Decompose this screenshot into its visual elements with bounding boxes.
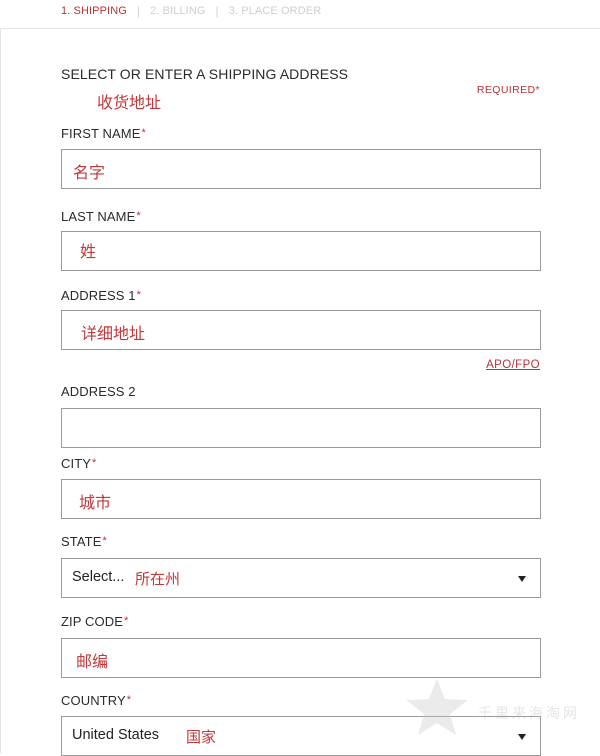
step-divider: | — [136, 4, 141, 18]
zip-label: ZIP CODE* — [61, 614, 129, 629]
step-billing[interactable]: 2. BILLING — [150, 5, 205, 17]
country-selected: United States — [72, 727, 160, 743]
address2-field[interactable] — [61, 408, 541, 448]
required-note: REQUIRED* — [477, 84, 540, 96]
state-select[interactable]: Select... 所在州 — [61, 558, 541, 598]
panel-border — [0, 28, 1, 753]
apo-fpo-link[interactable]: APO/FPO — [486, 359, 540, 371]
first-name-label: FIRST NAME* — [61, 126, 146, 141]
state-label: STATE* — [61, 534, 107, 549]
star-logo-icon — [406, 679, 468, 735]
required-label: REQUIRED — [476, 84, 536, 96]
step-place-order[interactable]: 3. PLACE ORDER — [229, 5, 321, 17]
watermark-text: 千里来海淘网 — [478, 706, 580, 722]
section-annotation: 收货地址 — [97, 93, 162, 112]
first-name-field[interactable]: 名字 — [61, 149, 541, 189]
address2-label: ADDRESS 2 — [61, 384, 136, 399]
zip-value: 邮编 — [76, 652, 109, 671]
step-divider: | — [215, 4, 219, 18]
watermark: 千里来海淘网 — [398, 677, 600, 737]
address1-label: ADDRESS 1* — [61, 288, 141, 303]
state-selected: Select... — [72, 569, 125, 585]
zip-field[interactable]: 邮编 — [61, 638, 541, 678]
address1-value: 详细地址 — [81, 324, 146, 343]
country-annotation: 国家 — [186, 728, 217, 746]
section-title: SELECT OR ENTER A SHIPPING ADDRESS — [61, 66, 349, 82]
city-value: 城市 — [79, 493, 112, 512]
last-name-value: 姓 — [80, 242, 97, 261]
required-star: * — [535, 84, 540, 96]
last-name-field[interactable]: 姓 — [61, 231, 541, 271]
city-label: CITY* — [61, 456, 97, 471]
last-name-label: LAST NAME* — [61, 209, 141, 224]
country-label: COUNTRY* — [61, 693, 132, 708]
address1-field[interactable]: 详细地址 — [61, 310, 541, 350]
state-annotation: 所在州 — [135, 570, 181, 588]
city-field[interactable]: 城市 — [61, 479, 541, 519]
step-shipping[interactable]: 1. SHIPPING — [61, 5, 127, 17]
first-name-value: 名字 — [73, 163, 106, 182]
chevron-down-icon — [518, 576, 526, 582]
checkout-steps: 1. SHIPPING | 2. BILLING | 3. PLACE ORDE… — [61, 3, 321, 19]
header-divider — [0, 28, 600, 29]
